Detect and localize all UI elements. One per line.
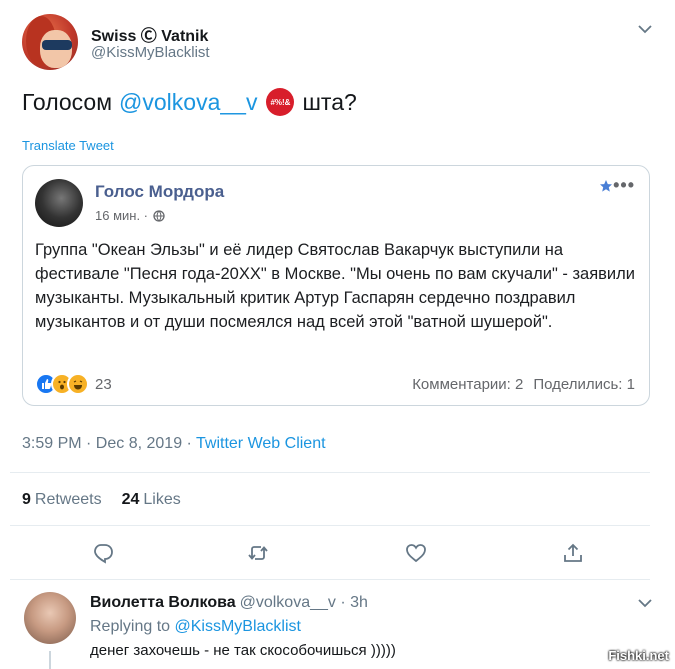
post-time: 16 мин. · (95, 208, 149, 223)
reply-header: Виолетта Волкова @volkova__v · 3h (90, 594, 368, 612)
divider (10, 525, 650, 526)
divider (10, 472, 650, 473)
haha-reaction-icon (67, 373, 89, 395)
comments-count[interactable]: Комментарии: 2 (412, 376, 523, 393)
tweet-stats: 9 Retweets 24 Likes (22, 491, 181, 509)
reply-icon[interactable] (92, 542, 114, 564)
reply-author-avatar[interactable] (24, 592, 76, 644)
chevron-down-icon[interactable] (637, 598, 653, 608)
swearing-emoji-icon: #%!& (266, 88, 295, 116)
tweet-timestamp: 3:59 PM · Dec 8, 2019 · Twitter Web Clie… (22, 435, 326, 453)
likes-stat[interactable]: 24 Likes (122, 491, 181, 509)
author-avatar[interactable] (22, 14, 78, 70)
divider (10, 579, 650, 580)
shares-count[interactable]: Поделились: 1 (533, 376, 635, 393)
reply-text: денег захочешь - не так скособочишься ))… (90, 642, 396, 659)
post-meta: 16 мин. · (95, 208, 165, 223)
chevron-down-icon[interactable] (637, 24, 653, 34)
translate-tweet-link[interactable]: Translate Tweet (22, 138, 114, 153)
page-name[interactable]: Голос Мордора (95, 182, 224, 202)
tweet-time[interactable]: 3:59 PM · Dec 8, 2019 · (22, 435, 196, 452)
globe-icon (153, 209, 165, 222)
avatar-glasses (42, 40, 72, 50)
retweet-icon[interactable] (247, 542, 269, 564)
reactions-summary[interactable]: 23 (35, 373, 112, 395)
author-handle[interactable]: @KissMyBlacklist (91, 44, 210, 61)
retweets-count: 9 (22, 491, 31, 508)
like-heart-icon[interactable] (405, 542, 427, 564)
replying-to-link[interactable]: @KissMyBlacklist (175, 618, 301, 635)
share-icon[interactable] (562, 542, 584, 564)
likes-count: 24 (121, 491, 140, 508)
reactions-count: 23 (95, 375, 112, 393)
retweets-label: Retweets (34, 491, 102, 508)
likes-label: Likes (143, 491, 181, 508)
tweet-text: Голосом @volkova__v #%!& шта? (22, 88, 357, 116)
watermark: Fishki.net (608, 648, 669, 663)
reply-author-handle[interactable]: @volkova__v · 3h (240, 594, 368, 612)
author-name[interactable]: Swiss Ⓒ Vatnik (91, 22, 208, 46)
replying-prefix: Replying to (90, 618, 171, 635)
post-body: Группа "Океан Эльзы" и её лидер Святосла… (35, 241, 635, 331)
tweet-text-after: шта? (302, 88, 357, 115)
tweet-mention-link[interactable]: @volkova__v (119, 89, 257, 116)
thread-line (49, 651, 51, 669)
quoted-post-card[interactable]: Голос Мордора 16 мин. · ••• Группа "Океа… (22, 165, 650, 406)
reply-author-name[interactable]: Виолетта Волкова (90, 594, 236, 612)
post-stats: Комментарии: 2 Поделились: 1 (412, 376, 635, 393)
retweets-stat[interactable]: 9 Retweets (22, 491, 102, 509)
page-avatar[interactable] (35, 179, 83, 227)
tweet-text-before: Голосом (22, 88, 113, 115)
more-options-icon[interactable]: ••• (613, 176, 635, 194)
tweet-client-link[interactable]: Twitter Web Client (196, 435, 326, 452)
star-icon[interactable] (599, 179, 613, 193)
replying-to: Replying to @KissMyBlacklist (90, 618, 301, 636)
